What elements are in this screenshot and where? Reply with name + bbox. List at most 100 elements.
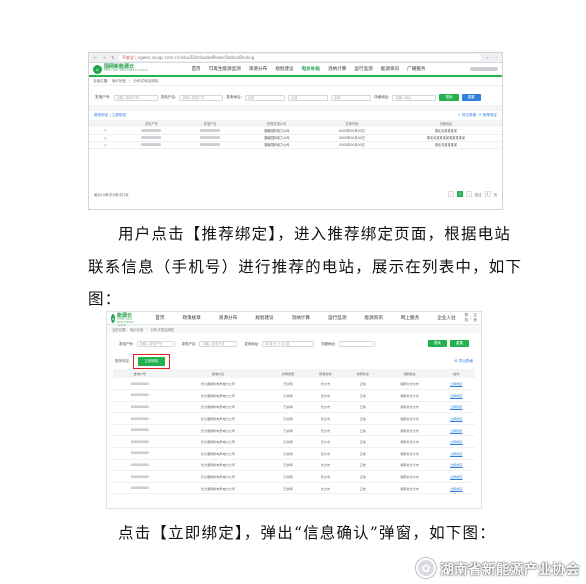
table-row[interactable]: 000000000 长沙国网供电局电力公司 已并网 长沙市 正常 湖南省长沙市 立即绑定 xyxy=(113,412,475,425)
bind-now-link[interactable]: 立即绑定 xyxy=(437,401,475,414)
nav-item-service[interactable]: 广播服务 xyxy=(403,66,429,72)
nav-item-subsidy[interactable]: 电价补贴 xyxy=(298,66,324,72)
row-checkbox[interactable]: ▢ xyxy=(104,128,107,132)
breadcrumb-item[interactable]: 电价补贴 xyxy=(130,327,144,332)
recommend-bind-button[interactable]: ⟳ 推荐绑定 xyxy=(478,113,497,118)
account-number-input[interactable]: 请输入发电户号 xyxy=(136,340,175,347)
account-name-input[interactable]: 请输入发电户名 xyxy=(179,94,224,101)
reset-button[interactable]: 重置 xyxy=(449,340,469,347)
forward-icon[interactable]: → xyxy=(101,55,107,60)
table-cell: 0000年00月00日 xyxy=(314,134,390,142)
next-page-icon[interactable]: › xyxy=(465,191,472,197)
address-input[interactable]: 请输入地址 xyxy=(392,94,437,101)
nav-item-operation[interactable]: 运行监测 xyxy=(319,315,355,321)
table-row[interactable]: ▢ 湖南国网电力公司 0000年00月00日 湖北省某某某某 xyxy=(89,127,502,135)
bind-now-link[interactable]: 立即绑定 xyxy=(437,459,475,472)
back-icon[interactable]: ← xyxy=(92,55,98,60)
menu-icon[interactable]: ⋮ xyxy=(493,55,499,60)
nav-item-enterprise[interactable]: 企业入驻 xyxy=(428,315,464,321)
nav-item-news[interactable]: 能源资讯 xyxy=(355,315,391,321)
table-row[interactable]: ▢ 湖南国网电力公司 0000年00月00日 湖北省某某某某 xyxy=(89,141,502,149)
nav-item-monitor[interactable]: 可再生能源监测 xyxy=(205,66,245,72)
region-select[interactable]: 湖 南 长 沙 区 县 xyxy=(262,340,315,347)
nav-item-home[interactable]: 首页 xyxy=(187,66,204,72)
user-name-blurred[interactable] xyxy=(470,67,498,71)
nav-item-online[interactable]: 网上服务 xyxy=(392,315,428,321)
prev-page-icon[interactable]: ‹ xyxy=(447,191,454,197)
table-cell: 已并网 xyxy=(269,412,307,425)
row-checkbox[interactable]: ▢ xyxy=(104,136,107,140)
bind-now-link[interactable]: 立即绑定 xyxy=(437,435,475,449)
table-row[interactable]: 000000000 长沙国网供电局电力公司 已并网 长沙市 正常 湖南省长沙市 立即绑定 xyxy=(113,378,475,391)
table-cell: 正常 xyxy=(344,482,382,495)
table-cell: 长沙市 xyxy=(306,401,345,414)
table-row[interactable]: 000000000 长沙国网供电局电力公司 已并网 长沙市 正常 湖南省长沙市 立即绑定 xyxy=(113,401,475,414)
table-row[interactable]: 000000000 长沙国网供电局电力公司 已并网 长沙市 正常 湖南省长沙市 立即绑定 xyxy=(113,482,475,495)
tab-bind-links[interactable]: 推荐绑定 | 立即绑定 xyxy=(94,113,126,118)
district-select[interactable]: 全部 xyxy=(330,94,371,101)
province-select[interactable]: 全部 xyxy=(244,94,285,101)
bind-now-link[interactable]: 立即绑定 xyxy=(437,424,475,437)
table-cell: 湖南省长沙市 xyxy=(381,424,438,437)
table-cell: 正常 xyxy=(344,459,382,472)
table-row[interactable]: 000000000 长沙国网供电局电力公司 已并网 长沙市 正常 湖南省长沙市 立即绑定 xyxy=(113,447,475,460)
bind-now-link[interactable]: 立即绑定 xyxy=(437,389,475,402)
login-link[interactable]: 登陆 xyxy=(465,313,469,323)
url-field[interactable]: 不安全 | vgwec.zxvgc.com.cn/vibu/Distribute… xyxy=(119,54,481,61)
nav-item-policy[interactable]: 政策规章 xyxy=(173,315,209,321)
breadcrumb: 当前位置: 电价补贴 › 分布式电站绑定 xyxy=(89,77,502,86)
table-cell: 长沙市 xyxy=(306,447,345,460)
table-cell: 长沙市 xyxy=(306,482,345,495)
export-button[interactable]: + 导出表格 xyxy=(458,113,477,118)
nav-item-resources[interactable]: 资源分布 xyxy=(210,315,246,321)
nav-item-resources[interactable]: 资源分布 xyxy=(245,66,271,72)
table-cell: 正常 xyxy=(344,389,382,402)
reset-button[interactable]: 重置 xyxy=(461,94,481,101)
table-cell: 湖南省长沙市 xyxy=(381,435,438,449)
nav-item-home[interactable]: 首页 xyxy=(146,315,173,321)
export-button[interactable]: ⊞ 导出表格 xyxy=(454,359,473,364)
table-row[interactable]: 000000000 长沙国网供电局电力公司 已并网 长沙市 正常 湖南省长沙市 立即绑定 xyxy=(113,435,475,449)
breadcrumb-item[interactable]: 电价补贴 xyxy=(112,79,126,84)
bind-now-link[interactable]: 立即绑定 xyxy=(437,412,475,425)
bind-now-button[interactable]: 立即绑定 xyxy=(138,356,165,366)
table-cell: 长沙国网供电局电力公司 xyxy=(166,412,270,425)
register-link[interactable]: 注册 xyxy=(473,313,477,323)
logo[interactable]: ⌂ 国网新能源云 STATE GRID NEW ENERGY CLOUD xyxy=(111,312,136,328)
city-select[interactable]: 全部 xyxy=(287,94,328,101)
table-cell: 000000000 xyxy=(113,470,167,483)
table-cell: 000000000 xyxy=(113,447,167,460)
table-cell: 已并网 xyxy=(269,389,307,402)
table-row[interactable]: 000000000 长沙国网供电局电力公司 已并网 长沙市 正常 湖南省长沙市 立即绑定 xyxy=(113,424,475,437)
star-icon[interactable]: ☆ xyxy=(484,55,490,60)
tab-recommend[interactable]: 推荐绑定 xyxy=(115,359,129,364)
row-checkbox[interactable]: ▢ xyxy=(104,143,107,147)
bind-now-link[interactable]: 立即绑定 xyxy=(437,378,475,391)
table-cell: 正常 xyxy=(344,412,382,425)
nav-item-calc[interactable]: 消纳计算 xyxy=(324,66,350,72)
logo-sub: STATE GRID NEW ENERGY CLOUD xyxy=(104,69,148,73)
nav-item-planning[interactable]: 规划建议 xyxy=(271,66,297,72)
table-cell: 长沙国网供电局电力公司 xyxy=(166,401,270,414)
account-name-input[interactable]: 请输入发电户名 xyxy=(199,340,238,347)
table-cell: 湖南国网电力公司 xyxy=(239,141,315,149)
table-row[interactable]: 000000000 长沙国网供电局电力公司 已并网 长沙市 正常 湖南省长沙市 立即绑定 xyxy=(113,470,475,483)
search-button[interactable]: 搜索 xyxy=(427,340,447,347)
bind-now-link[interactable]: 立即绑定 xyxy=(437,470,475,483)
table-row[interactable]: 000000000 长沙国网供电局电力公司 已并网 长沙市 正常 湖南省长沙市 立即绑定 xyxy=(113,389,475,402)
bind-now-link[interactable]: 立即绑定 xyxy=(437,447,475,460)
search-button[interactable]: 搜索 xyxy=(439,94,459,101)
account-number-input[interactable]: 请输入发电户号 xyxy=(113,94,158,101)
logo[interactable]: ⌂ 国网新能源云 STATE GRID NEW ENERGY CLOUD xyxy=(93,64,148,74)
goto-page-input[interactable]: 1 xyxy=(484,191,491,197)
nav-item-news[interactable]: 能源资讯 xyxy=(377,66,403,72)
table-row[interactable]: ▢ 湖南国网电力公司 0000年00月00日 湖北省某某某某某某某某某 xyxy=(89,134,502,142)
table-row[interactable]: 000000000 长沙国网供电局电力公司 已并网 长沙市 正常 湖南省长沙市 立即绑定 xyxy=(113,459,475,472)
address-input[interactable] xyxy=(338,340,375,347)
nav-item-operation[interactable]: 运行监测 xyxy=(350,66,376,72)
reload-icon[interactable]: ↻ xyxy=(110,55,116,60)
nav-item-calc[interactable]: 消纳计算 xyxy=(283,315,319,321)
page-number[interactable]: 1 xyxy=(456,191,463,197)
nav-item-planning[interactable]: 规划建议 xyxy=(246,315,282,321)
bind-now-link[interactable]: 立即绑定 xyxy=(437,482,475,495)
